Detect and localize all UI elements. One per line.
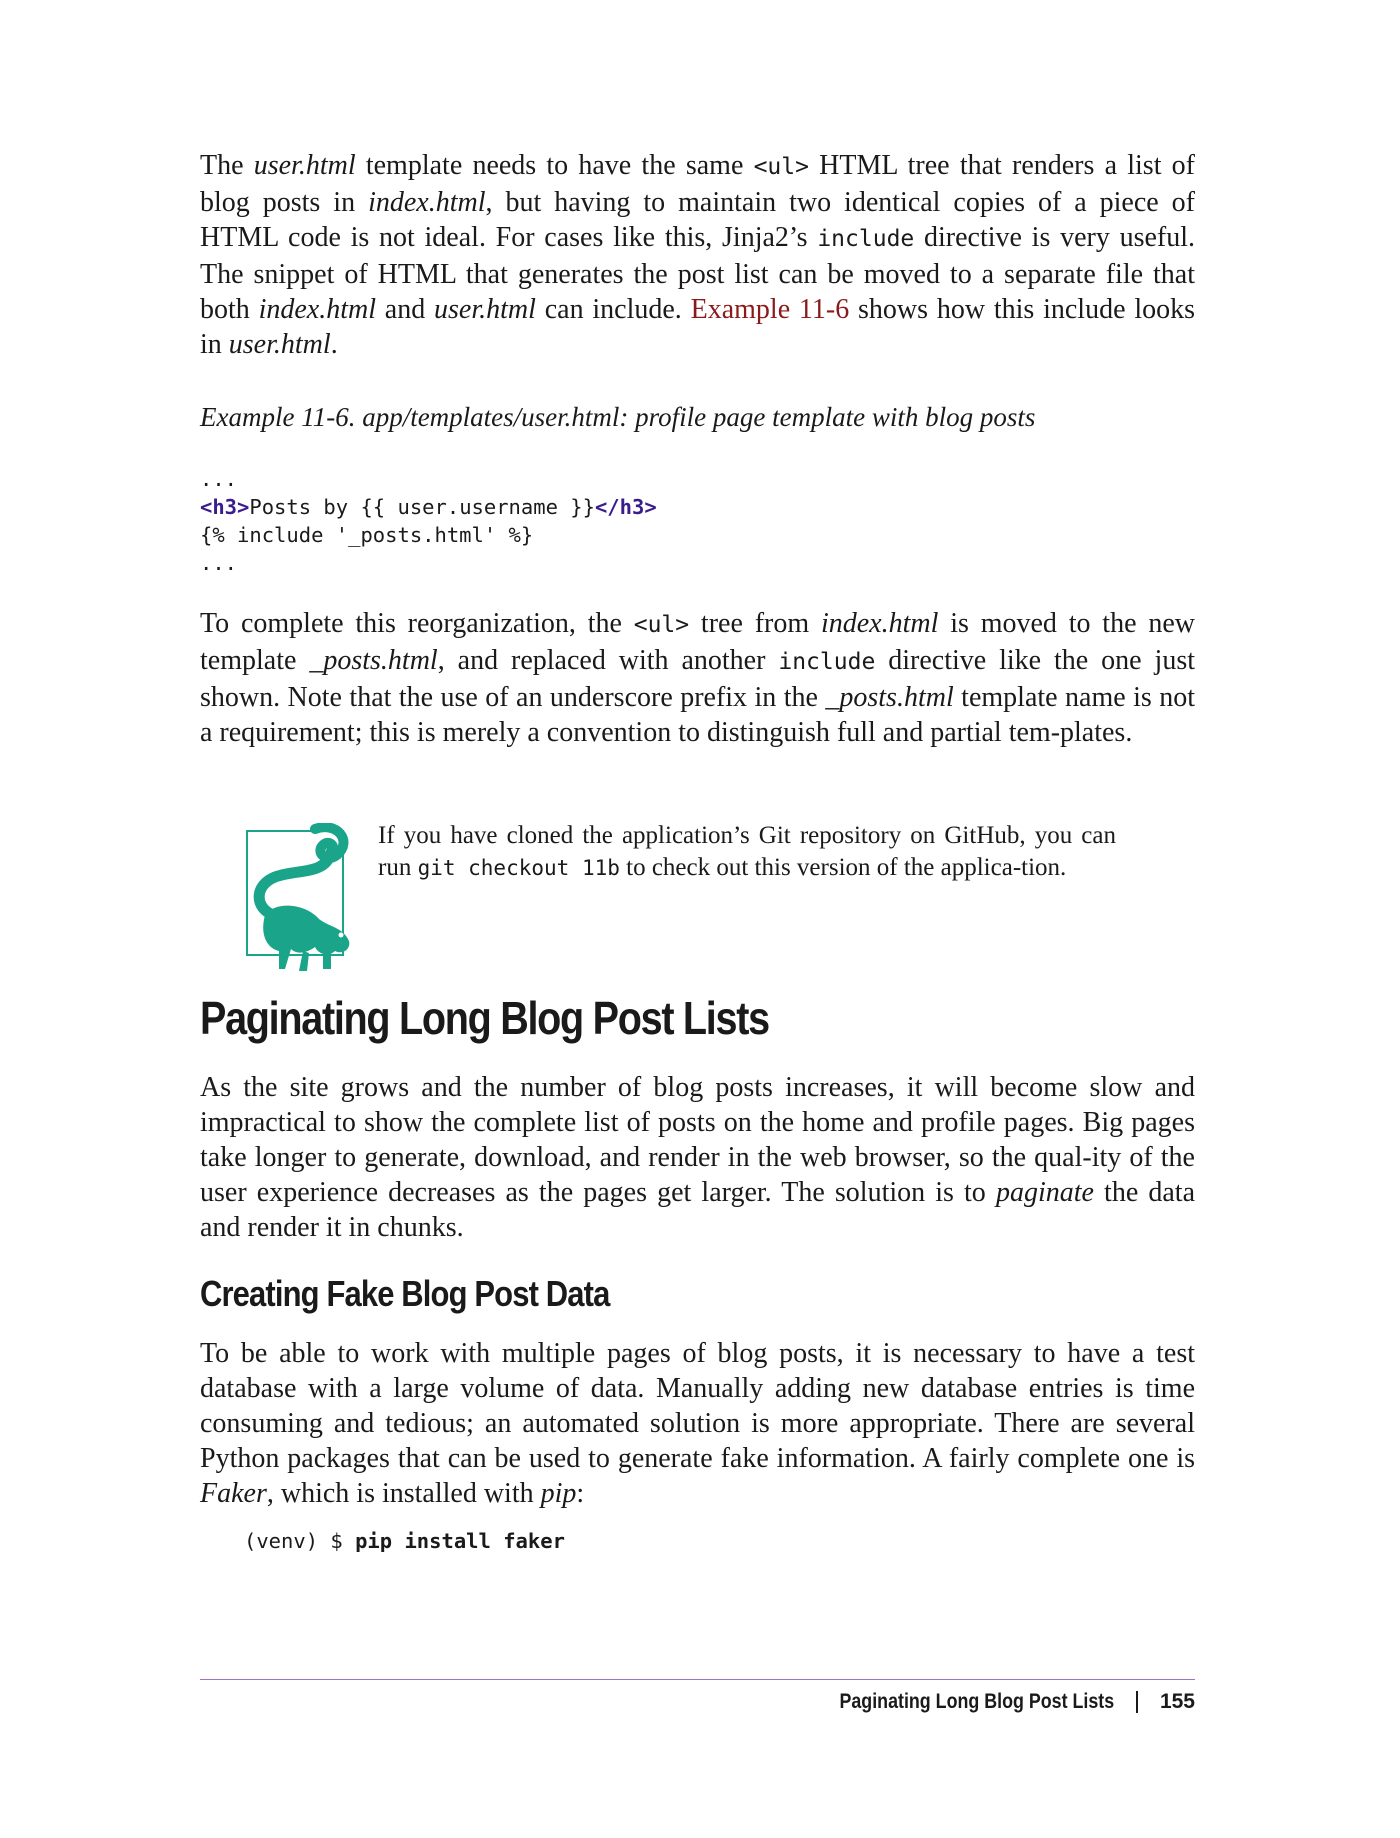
page-number: 155 — [1159, 1690, 1195, 1713]
example-caption: Example 11-6. app/templates/user.html: p… — [200, 402, 1036, 432]
footer-rule — [200, 1679, 1195, 1680]
lemur-icon — [246, 823, 350, 971]
text: To be able to work with multiple pages o… — [200, 1338, 1195, 1474]
shell-prompt: (venv) $ — [244, 1529, 356, 1553]
shell-command: pip install faker — [355, 1529, 565, 1553]
text: template needs to have the same — [355, 150, 754, 181]
paragraph-include-intro: The user.html template needs to have the… — [200, 148, 1195, 362]
code-block-pip-install: (venv) $ pip install faker — [244, 1527, 565, 1555]
filename: _posts.html — [309, 645, 438, 676]
filename: index.html — [820, 608, 939, 639]
text: , and replaced with another — [437, 645, 779, 676]
code-line: ... — [200, 467, 238, 491]
code-block-user-template: ... <h3>Posts by {{ user.username }}</h3… — [200, 465, 657, 577]
code-tag: </h3> — [594, 495, 657, 519]
inline-code: include — [778, 649, 876, 675]
running-title: Paginating Long Blog Post Lists — [839, 1690, 1114, 1713]
paragraph-reorganization: To complete this reorganization, the <ul… — [200, 606, 1195, 750]
text: : — [576, 1478, 585, 1509]
package-name: pip — [540, 1478, 577, 1509]
example-cross-reference-link[interactable]: Example 11-6 — [691, 294, 850, 325]
section-heading: Paginating Long Blog Post Lists — [200, 992, 770, 1044]
page-footer: Paginating Long Blog Post Lists 155 — [791, 1688, 1195, 1716]
text: tree from — [689, 608, 821, 639]
inline-code: <ul> — [753, 154, 809, 180]
emphasis: paginate — [995, 1177, 1094, 1208]
package-name: Faker — [200, 1478, 267, 1509]
filename: index.html — [368, 187, 486, 218]
filename: index.html — [258, 294, 376, 325]
code-text: Posts by {{ user.username }} — [249, 495, 595, 519]
footer-separator — [1135, 1691, 1138, 1713]
tip-note-text: If you have cloned the application’s Git… — [378, 820, 1116, 884]
filename: _posts.html — [825, 682, 954, 713]
text: To complete this reorganization, the — [200, 608, 634, 639]
text: and — [376, 294, 435, 325]
code-line: {% include '_posts.html' %} — [200, 523, 534, 547]
code-line: ... — [200, 551, 238, 575]
filename: user.html — [253, 150, 356, 181]
paragraph-pagination-intro: As the site grows and the number of blog… — [200, 1070, 1195, 1245]
text: The — [200, 150, 254, 181]
text: to check out this version of the applica… — [619, 854, 1067, 881]
text: can include. — [535, 294, 691, 325]
text: , which is installed with — [266, 1478, 541, 1509]
inline-code: <ul> — [633, 612, 690, 638]
tip-note: If you have cloned the application’s Git… — [200, 820, 1195, 980]
paragraph-fake-data: To be able to work with multiple pages o… — [200, 1336, 1195, 1511]
filename: user.html — [228, 329, 331, 360]
code-tag: <h3> — [200, 495, 250, 519]
subsection-heading: Creating Fake Blog Post Data — [200, 1273, 610, 1314]
inline-code: include — [817, 226, 915, 252]
filename: user.html — [434, 294, 536, 325]
inline-code: git checkout 11b — [417, 856, 620, 880]
text: . — [330, 329, 338, 360]
